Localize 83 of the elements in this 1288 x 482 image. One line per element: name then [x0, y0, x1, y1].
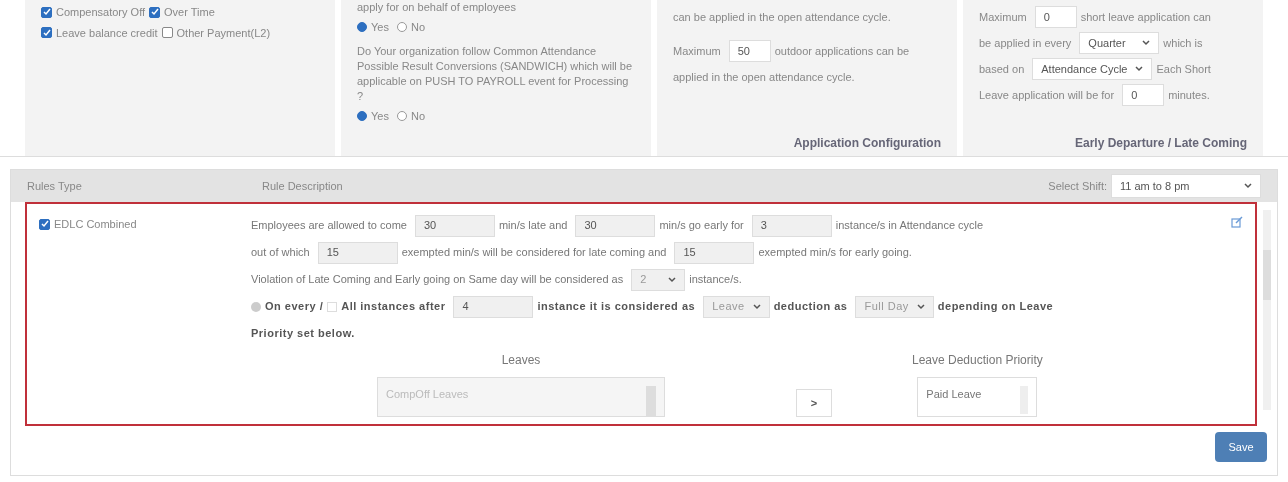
- text: min/s late and: [498, 218, 568, 234]
- text: based on: [979, 62, 1025, 77]
- save-button[interactable]: Save: [1215, 432, 1267, 462]
- column-header: Rule Description: [262, 178, 344, 194]
- text: short leave application can: [1080, 10, 1211, 25]
- priority-list[interactable]: Paid Leave: [917, 377, 1038, 417]
- text: depending on Leave: [937, 299, 1054, 315]
- text: be applied in every: [979, 36, 1072, 51]
- checkbox[interactable]: [161, 27, 173, 39]
- text: Priority set below.: [251, 326, 355, 342]
- shift-dropdown[interactable]: 11 am to 8 pm: [1111, 174, 1261, 198]
- input-field[interactable]: 50: [728, 40, 771, 62]
- check-icon: [40, 220, 49, 229]
- dropdown[interactable]: Quarter: [1079, 32, 1160, 54]
- check-icon: [150, 8, 159, 17]
- radio-label: Yes: [371, 108, 389, 124]
- text: deduction as: [773, 299, 848, 315]
- caret-icon: [752, 303, 761, 310]
- shift-label: Select Shift:: [1048, 178, 1107, 194]
- checkbox[interactable]: [39, 218, 50, 230]
- text: instance/s.: [689, 272, 742, 288]
- checkbox-option[interactable]: All instances after: [327, 298, 446, 315]
- input-field[interactable]: 3: [751, 214, 832, 237]
- text: Leave application will be for: [979, 88, 1115, 103]
- dropdown[interactable]: Attendance Cycle: [1032, 58, 1153, 80]
- caret-icon: [668, 276, 677, 283]
- checkbox-label: Leave balance credit: [56, 25, 158, 41]
- checkbox[interactable]: [41, 6, 52, 18]
- text: exempted min/s for early going.: [758, 245, 912, 261]
- text: Maximum: [673, 44, 721, 59]
- section-title: Early Departure / Late Coming: [1074, 135, 1247, 152]
- edit-icon: [1231, 216, 1243, 228]
- caret-icon: [916, 303, 925, 310]
- text: Violation of Late Coming and Early going on Same day will be considered as: [251, 272, 624, 288]
- question-text: Do Your organization follow Common Attendance Possible Result Conversions (SANDWICH) which will be applicable on PUSH TO PAYROLL event for Processing ?: [357, 43, 634, 104]
- check-icon: [42, 28, 51, 37]
- text: out of which: [251, 245, 310, 261]
- list-item[interactable]: Paid Leave: [926, 386, 982, 416]
- input-field[interactable]: 15: [674, 241, 755, 264]
- text: Maximum: [979, 10, 1027, 25]
- radio[interactable]: [357, 110, 367, 121]
- text: Each Short: [1156, 62, 1211, 77]
- checkbox[interactable]: [149, 6, 161, 18]
- text: outdoor applications can be: [774, 44, 910, 59]
- column-header: Rules Type: [27, 178, 83, 194]
- text: applied in the open attendance cycle.: [673, 70, 855, 85]
- radio[interactable]: [396, 110, 407, 121]
- input-field[interactable]: 30: [414, 214, 495, 237]
- input-field[interactable]: 0: [1122, 84, 1165, 106]
- check-icon: [42, 8, 51, 17]
- radio-label: No: [410, 20, 425, 35]
- checkbox[interactable]: [41, 27, 52, 39]
- radio[interactable]: [251, 301, 261, 312]
- text: exempted min/s will be considered for late coming and: [401, 245, 667, 261]
- scrollbar: [646, 386, 656, 416]
- list-title: Leave Deduction Priority: [912, 352, 1043, 369]
- text: instance/s in Attendance cycle: [835, 218, 984, 234]
- input-field[interactable]: 15: [317, 241, 398, 264]
- checkbox-label: Compensatory Off: [56, 5, 146, 20]
- radio[interactable]: [357, 22, 367, 33]
- text: min/s go early for: [659, 218, 744, 234]
- caret-icon: [1244, 183, 1252, 189]
- section-title: Application Configuration: [793, 135, 941, 152]
- question-text: apply for on behalf of employees: [357, 0, 517, 15]
- radio-label: No: [410, 108, 425, 124]
- checkbox-label: EDLC Combined: [54, 217, 137, 232]
- input-field[interactable]: 30: [575, 214, 656, 237]
- checkbox-label: Over Time: [164, 5, 215, 20]
- move-button[interactable]: >: [796, 389, 832, 417]
- text: minutes.: [1168, 88, 1210, 103]
- list-title: Leaves: [501, 352, 541, 369]
- caret-icon: [1135, 66, 1144, 72]
- radio[interactable]: [396, 22, 407, 33]
- radio-label: Yes: [371, 20, 389, 35]
- input-field[interactable]: 0: [1034, 6, 1077, 28]
- radio-option[interactable]: On every /: [251, 298, 324, 315]
- text: which is: [1163, 36, 1203, 51]
- input-field[interactable]: 4: [453, 295, 534, 318]
- caret-icon: [1142, 40, 1151, 46]
- checkbox-label: Other Payment(L2): [176, 25, 271, 41]
- text: can be applied in the open attendance cycle.: [673, 10, 891, 25]
- text: Employees are allowed to come: [251, 218, 407, 234]
- text: instance it is considered as: [537, 299, 696, 315]
